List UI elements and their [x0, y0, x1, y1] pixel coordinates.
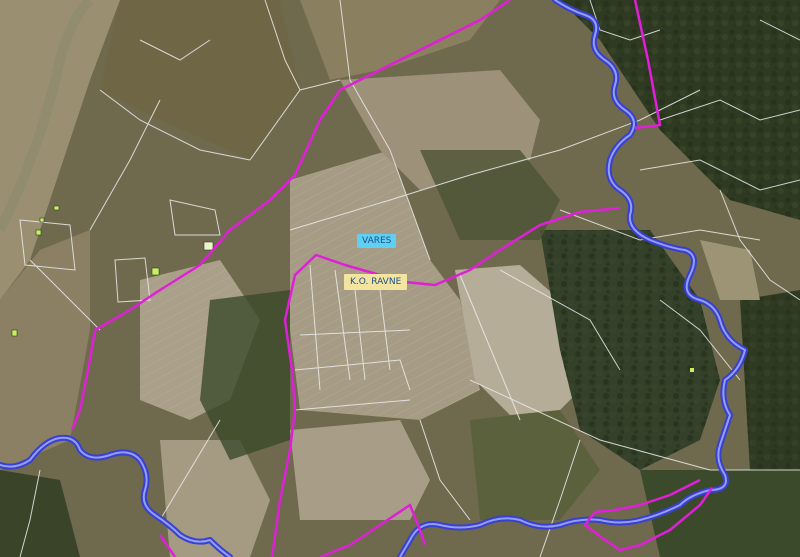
- boundary-inner: [270, 206, 621, 557]
- cadastral-municipality-label: K.O. RAVNE: [344, 274, 408, 290]
- map-view[interactable]: VARES K.O. RAVNE: [0, 0, 800, 557]
- boundary-south: [319, 503, 427, 557]
- boundary-east: [633, 0, 662, 130]
- boundary-southeast: [583, 478, 714, 552]
- settlement-label: VARES: [357, 234, 397, 248]
- boundary-west: [70, 329, 97, 431]
